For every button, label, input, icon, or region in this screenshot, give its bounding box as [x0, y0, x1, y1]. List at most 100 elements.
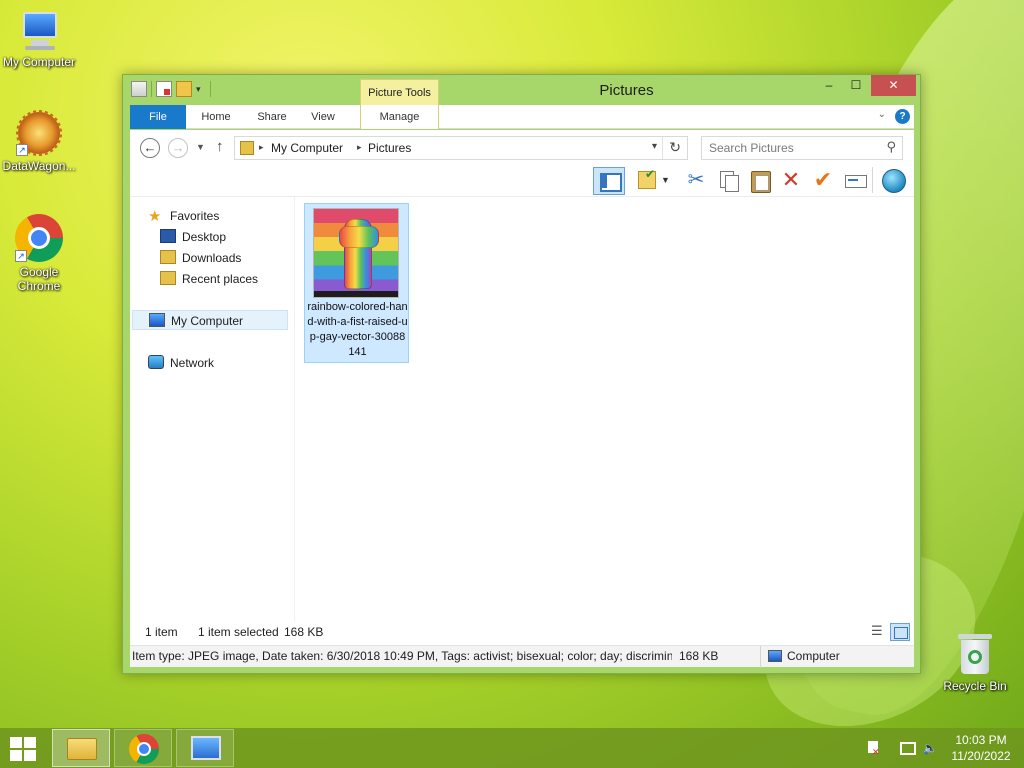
large-icons-view-button[interactable]: [890, 623, 910, 641]
file-item[interactable]: rainbow-colored-hand-with-a-fist-raised-…: [304, 203, 409, 363]
tab-view[interactable]: View: [300, 105, 346, 129]
desktop-icon-google-chrome[interactable]: ↗ Google Chrome: [0, 214, 78, 293]
nav-downloads[interactable]: Downloads: [160, 248, 241, 268]
toolbar-separator: [872, 167, 873, 193]
recent-locations-dropdown-icon[interactable]: ▼: [196, 142, 205, 152]
taskbar-chrome[interactable]: [114, 729, 172, 767]
preview-pane-button[interactable]: [593, 167, 625, 195]
taskbar-file-explorer[interactable]: [52, 729, 110, 767]
taskbar: 🔈 10:03 PM 11/20/2022: [0, 728, 1024, 768]
volume-icon[interactable]: 🔈: [922, 740, 938, 756]
back-button[interactable]: ←: [140, 138, 160, 158]
search-input[interactable]: [702, 137, 872, 159]
details-separator: [760, 646, 761, 668]
command-toolbar: ✔ ▼ ✂ ✕ ✔: [130, 165, 914, 197]
properties-button[interactable]: ✔: [635, 167, 661, 193]
details-view-button[interactable]: [868, 623, 888, 641]
breadcrumb-arrow-icon[interactable]: ▸: [259, 142, 264, 153]
selected-size: 168 KB: [284, 625, 324, 639]
clock[interactable]: 10:03 PM 11/20/2022: [944, 732, 1018, 764]
search-icon[interactable]: ⚲: [886, 139, 896, 155]
cut-button[interactable]: ✂: [683, 167, 709, 193]
maximize-button[interactable]: ☐: [843, 75, 869, 96]
nav-network[interactable]: Network: [148, 353, 214, 373]
desktop-icon-label: Recycle Bin: [943, 679, 1007, 693]
address-separator: [662, 137, 663, 159]
datawagon-icon: ↗: [16, 110, 62, 156]
shortcut-arrow-icon: ↗: [16, 144, 28, 156]
taskbar-remote-desktop[interactable]: [176, 729, 234, 767]
desktop-icon-label: Google Chrome: [17, 265, 61, 293]
check-button[interactable]: ✔: [810, 167, 836, 193]
network-tray-icon[interactable]: [898, 740, 916, 756]
navigation-pane: ★ Favorites Desktop Downloads Recent plac…: [130, 197, 295, 643]
shell-icon[interactable]: [880, 167, 906, 193]
refresh-icon[interactable]: ↻: [669, 139, 681, 156]
item-size: 168 KB: [679, 649, 719, 663]
start-button[interactable]: [8, 736, 38, 762]
desktop-icon-recycle-bin[interactable]: Recycle Bin: [936, 632, 1014, 693]
up-button[interactable]: ↑: [216, 138, 224, 155]
tab-share[interactable]: Share: [246, 105, 298, 129]
remote-desktop-icon: [191, 736, 221, 760]
breadcrumb-my-computer[interactable]: My Computer: [271, 141, 343, 155]
properties-dropdown-icon[interactable]: ▼: [661, 167, 673, 193]
desktop-icon-label: DataWagon...: [2, 159, 76, 173]
rename-button[interactable]: [842, 167, 868, 193]
minimize-button[interactable]: –: [816, 75, 842, 96]
status-bar: 1 item 1 item selected 168 KB: [130, 621, 914, 645]
nav-my-computer[interactable]: My Computer: [132, 310, 288, 330]
close-button[interactable]: ✕: [871, 75, 916, 96]
details-bar: Item type: JPEG image, Date taken: 6/30/…: [130, 645, 914, 668]
forward-button[interactable]: →: [168, 138, 188, 158]
image-thumbnail: [313, 208, 399, 298]
network-icon: [148, 355, 164, 369]
item-details: Item type: JPEG image, Date taken: 6/30/…: [132, 649, 672, 663]
raised-fist-image: [339, 219, 379, 289]
expand-ribbon-icon[interactable]: ⌄: [878, 109, 886, 120]
explorer-window: ▾ Picture Tools Pictures – ☐ ✕ File Home…: [122, 74, 921, 674]
address-dropdown-icon[interactable]: ▾: [652, 141, 657, 152]
check-icon: ✔: [645, 167, 656, 181]
zone-label: Computer: [787, 649, 840, 663]
content-area: ★ Favorites Desktop Downloads Recent plac…: [130, 197, 914, 643]
star-icon: ★: [148, 208, 162, 225]
tab-manage[interactable]: Manage: [360, 105, 439, 129]
nav-favorites[interactable]: ★ Favorites: [148, 206, 219, 226]
nav-label: Recent places: [182, 272, 259, 286]
computer-icon: [768, 650, 782, 662]
nav-recent-places[interactable]: Recent places: [160, 269, 258, 289]
file-name: rainbow-colored-hand-with-a-fist-raised-…: [307, 301, 408, 358]
recycle-bin-icon: [958, 632, 992, 676]
copy-button[interactable]: [715, 167, 741, 193]
selected-count: 1 item selected: [198, 625, 279, 639]
title-bar[interactable]: ▾ Picture Tools Pictures – ☐ ✕: [123, 75, 920, 105]
recent-places-icon: [160, 271, 176, 285]
desktop-icon-datawagon[interactable]: ↗ DataWagon...: [0, 110, 78, 173]
nav-label: Downloads: [182, 251, 242, 265]
file-list: rainbow-colored-hand-with-a-fist-raised-…: [296, 197, 914, 643]
desktop-icon-my-computer[interactable]: My Computer: [0, 10, 78, 69]
desktop-icon-label: My Computer: [2, 55, 76, 69]
breadcrumb-arrow-icon[interactable]: ▸: [357, 142, 362, 153]
help-icon[interactable]: ?: [895, 109, 910, 124]
nav-label: Network: [170, 356, 215, 370]
breadcrumb-pictures[interactable]: Pictures: [368, 141, 411, 155]
ribbon-tabs: File Home Share View Manage ⌄ ?: [130, 105, 914, 129]
computer-icon: [17, 10, 61, 52]
address-bar[interactable]: ▸ My Computer ▸ Pictures ▾ ↻: [234, 136, 688, 160]
desktop-folder-icon: [160, 229, 176, 243]
action-center-icon[interactable]: [866, 740, 882, 760]
search-box: ⚲: [701, 136, 903, 160]
chrome-icon: [129, 734, 159, 764]
paste-button[interactable]: [747, 167, 773, 193]
tab-home[interactable]: Home: [188, 105, 244, 129]
folder-icon: [240, 141, 254, 155]
nav-label: My Computer: [171, 314, 244, 328]
tab-file[interactable]: File: [130, 105, 186, 129]
nav-desktop[interactable]: Desktop: [160, 227, 226, 247]
window-title: Pictures: [599, 82, 654, 99]
delete-button[interactable]: ✕: [778, 167, 804, 193]
clock-date: 11/20/2022: [951, 749, 1011, 763]
computer-icon: [149, 313, 165, 327]
